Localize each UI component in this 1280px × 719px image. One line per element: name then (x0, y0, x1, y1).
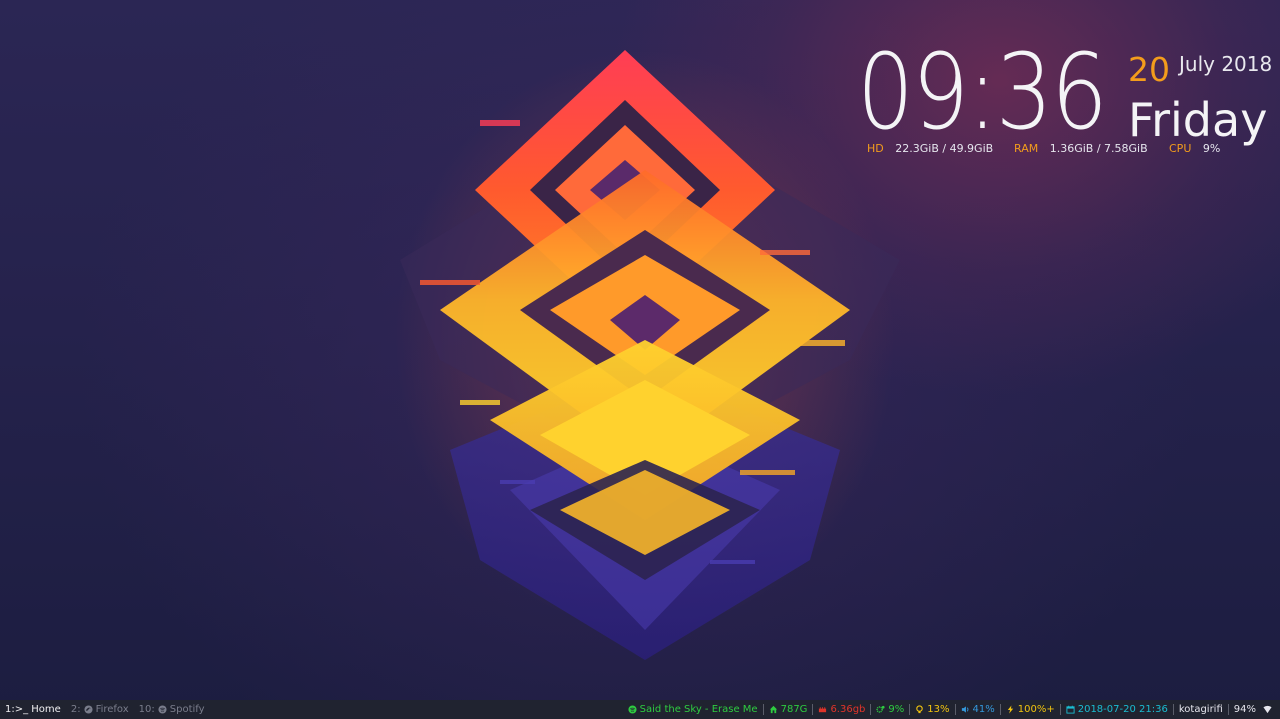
workspace-spotify-label: Spotify (169, 704, 205, 715)
clock-month-year: July 2018 (1179, 52, 1273, 76)
workspace-spotify-number: 10: (138, 704, 155, 715)
stat-ram-value: 1.36GiB / 7.58GiB (1049, 142, 1148, 155)
workspace-home-label: 1:>_ Home (5, 704, 61, 715)
brightness-module[interactable]: 13% (910, 700, 954, 719)
date-module[interactable]: 2018-07-20 21:36 (1061, 700, 1173, 719)
stat-hd-label: HD (867, 142, 884, 155)
cogs-icon (876, 705, 885, 714)
workspace-home[interactable]: 1:>_ Home (0, 700, 66, 719)
memory-module: 6.36gb (813, 700, 870, 719)
bolt-icon (1006, 705, 1015, 714)
wifi-icon (1263, 705, 1272, 714)
user-module: kotagirifi (1174, 700, 1228, 719)
disk-module: 787G (764, 700, 813, 719)
brightness-level: 13% (927, 704, 950, 715)
stat-hd: HD 22.3GiB / 49.9GiB (867, 142, 993, 156)
calendar-icon (1066, 705, 1075, 714)
stat-cpu-label: CPU (1169, 142, 1192, 155)
memory-icon (818, 705, 827, 714)
spotify-module[interactable]: Said the Sky - Erase Me (623, 700, 763, 719)
workspace-spotify[interactable]: 10: Spotify (134, 700, 210, 719)
status-bar: 1:>_ Home 2: Firefox 10: Spotify Said th… (0, 700, 1280, 719)
workspace-firefox[interactable]: 2: Firefox (66, 700, 134, 719)
clock-weekday: Friday (1128, 93, 1268, 147)
volume-icon (961, 705, 970, 714)
battery-level: 100%+ (1017, 704, 1055, 715)
volume-module[interactable]: 41% (956, 700, 1000, 719)
stat-ram-label: RAM (1014, 142, 1039, 155)
date-time: 2018-07-20 21:36 (1077, 704, 1168, 715)
spotify-now-playing: Said the Sky - Erase Me (639, 704, 758, 715)
stat-hd-value: 22.3GiB / 49.9GiB (895, 142, 994, 155)
workspace-firefox-label: Firefox (95, 704, 129, 715)
volume-level: 41% (972, 704, 995, 715)
clock-widget: 09:36 20 July 2018 Friday HD 22.3GiB / 4… (855, 40, 1275, 170)
stat-cpu: CPU 9% (1169, 142, 1220, 156)
battery-module: 100%+ (1001, 700, 1060, 719)
stat-ram: RAM 1.36GiB / 7.58GiB (1014, 142, 1148, 156)
home-icon (769, 705, 778, 714)
spotify-icon (158, 705, 167, 714)
wallpaper-artwork (395, 50, 900, 660)
memory-used: 6.36gb (830, 704, 866, 715)
firefox-icon (84, 705, 93, 714)
cpu-module: 9% (871, 700, 909, 719)
clock-time: 09:36 (857, 31, 1108, 153)
clock-day: 20 (1128, 50, 1170, 89)
cpu-usage: 9% (888, 704, 905, 715)
wifi-strength: 94% (1233, 704, 1256, 715)
username: kotagirifi (1178, 704, 1223, 715)
lightbulb-icon (915, 705, 924, 714)
wifi-module[interactable]: 94% (1229, 700, 1280, 719)
workspace-firefox-number: 2: (70, 704, 81, 715)
workspace-list: 1:>_ Home 2: Firefox 10: Spotify (0, 700, 210, 719)
bar-modules: Said the Sky - Erase Me 787G 6.36gb 9% 1… (623, 700, 1280, 719)
spotify-icon (628, 705, 637, 714)
stat-cpu-value: 9% (1202, 142, 1221, 155)
disk-free: 787G (780, 704, 808, 715)
